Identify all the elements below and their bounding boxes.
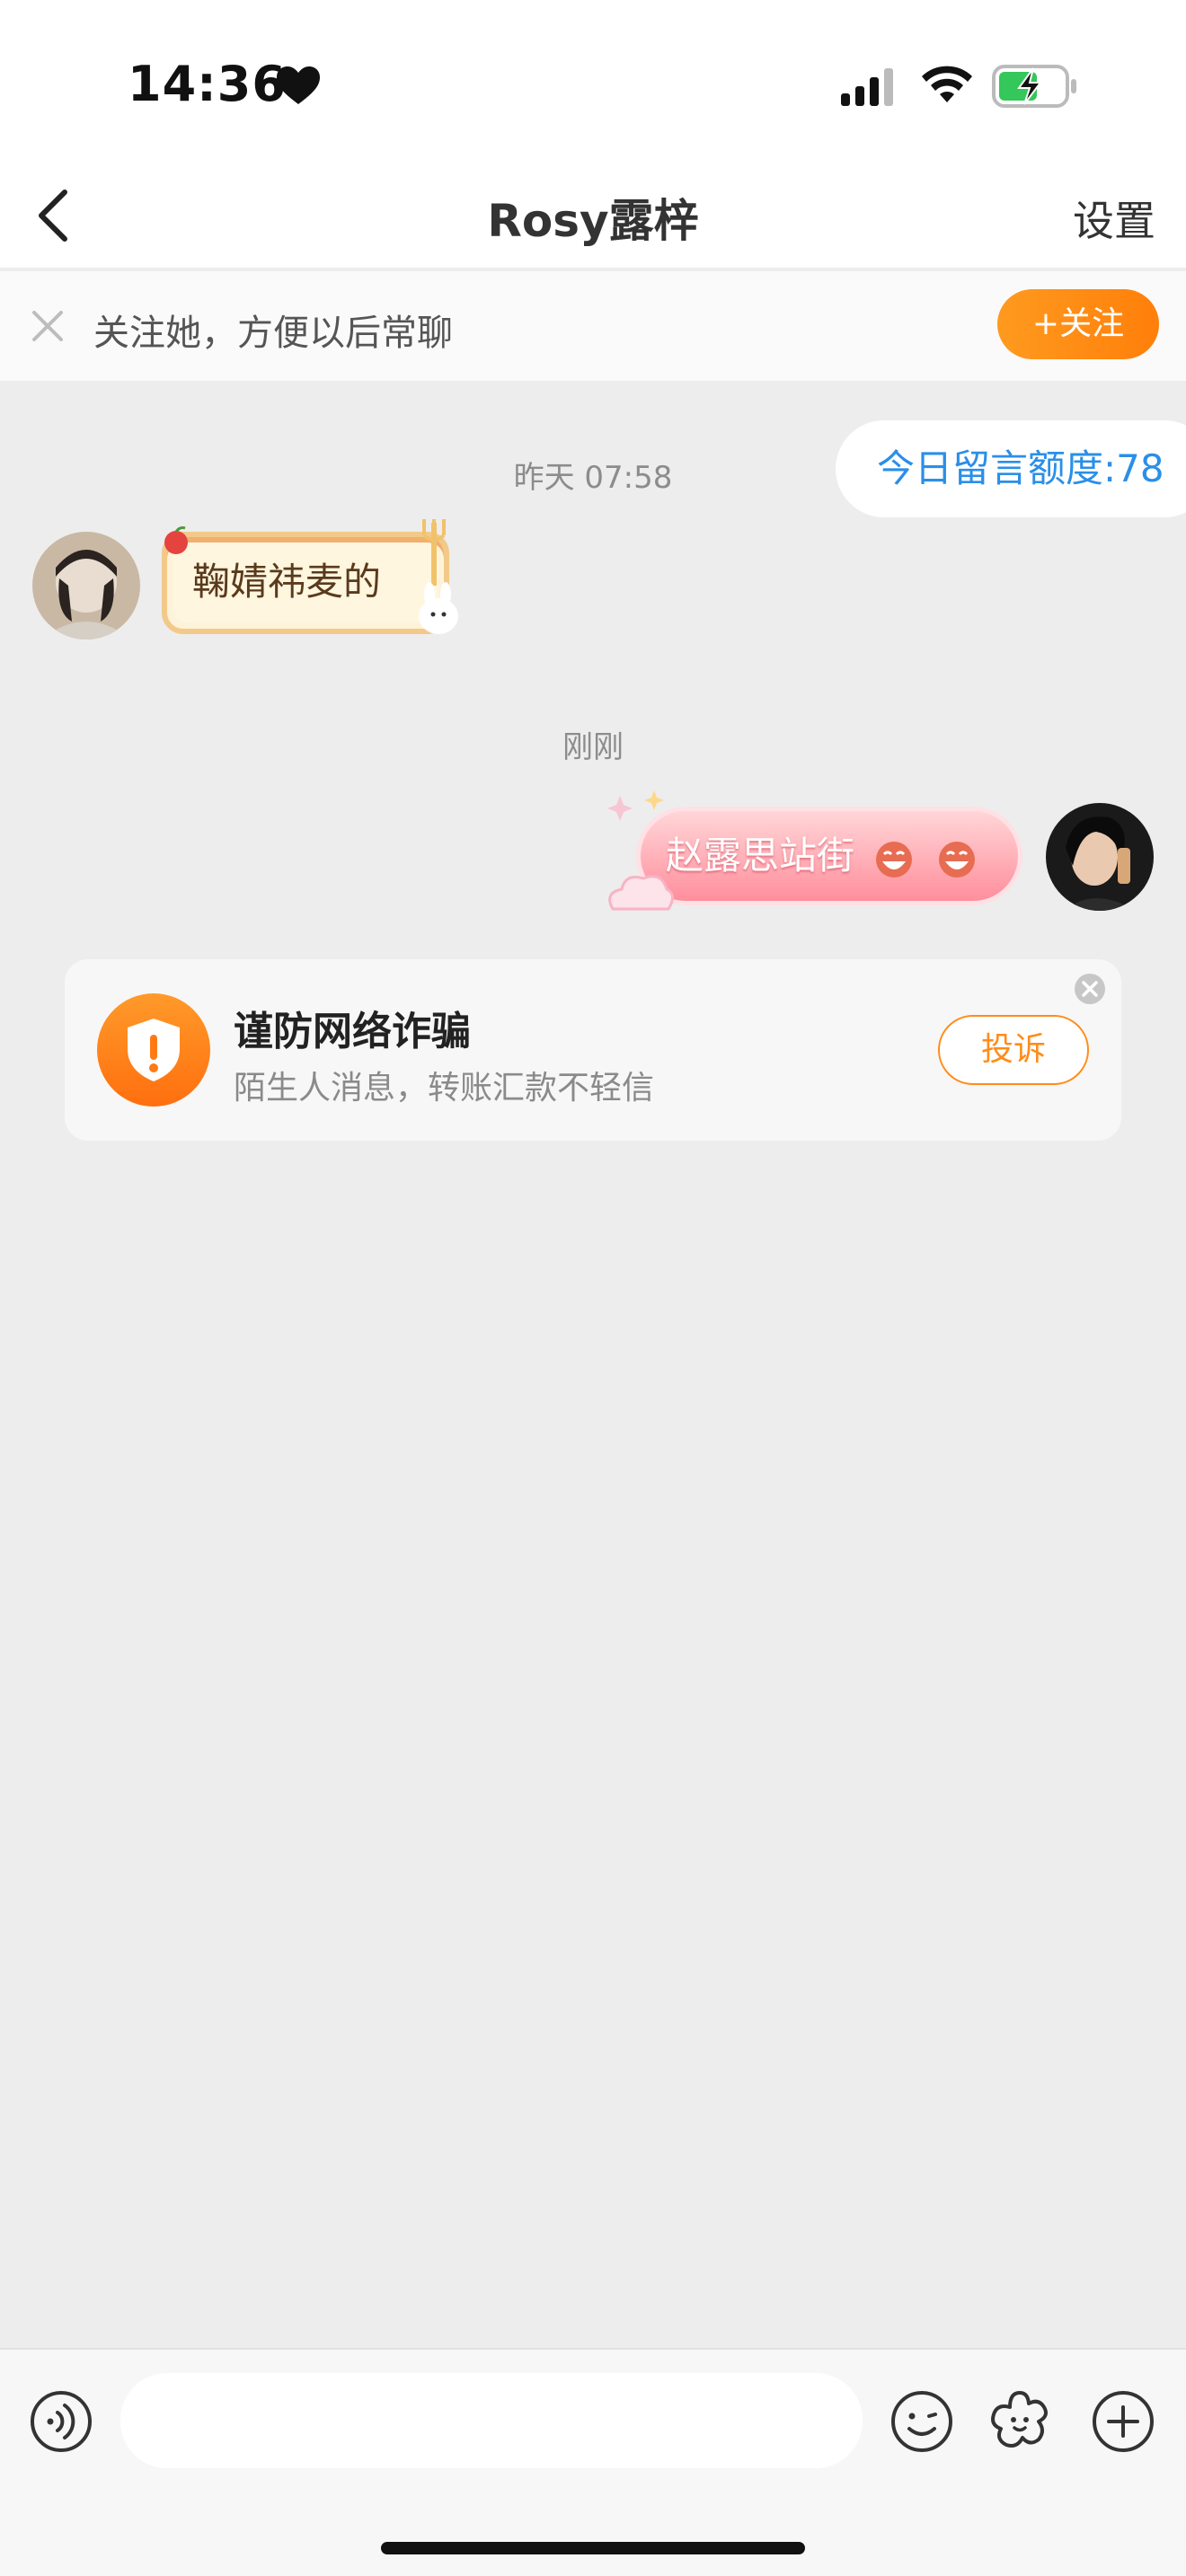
timestamp: 刚刚	[562, 729, 624, 765]
home-indicator	[381, 2542, 805, 2554]
my-avatar[interactable]	[1046, 803, 1154, 911]
cloud-decoration-icon	[608, 875, 674, 911]
nav-bar: Rosy露梓 设置	[0, 162, 1186, 269]
warning-subtitle: 陌生人消息，转账汇款不轻信	[234, 1070, 655, 1107]
follow-banner: 关注她，方便以后常聊 +关注	[0, 271, 1186, 381]
follow-button[interactable]: +关注	[997, 289, 1159, 359]
flower-sticker-icon[interactable]	[987, 2387, 1053, 2454]
message-input[interactable]	[120, 2373, 863, 2468]
wifi-icon	[922, 66, 972, 102]
message-text: 鞠婧祎麦的	[192, 560, 382, 604]
report-button[interactable]: 投诉	[938, 1015, 1089, 1085]
bunny-decoration-icon	[419, 519, 458, 634]
status-bar: 14:36	[0, 0, 1186, 162]
heart-icon	[277, 66, 320, 104]
battery-charging-icon	[992, 65, 1076, 108]
voice-icon[interactable]	[29, 2389, 93, 2454]
follow-hint-text: 关注她，方便以后常聊	[93, 313, 453, 354]
input-bar	[0, 2348, 1186, 2576]
message-text: 赵露思站街	[666, 834, 855, 878]
chat-area[interactable]: 昨天 07:58 今日留言额度:78 鞠婧祎麦的 刚刚 赵露思站街 谨防网络诈骗…	[0, 381, 1186, 2348]
shield-warning-icon	[97, 993, 210, 1107]
fraud-warning-card: 谨防网络诈骗 陌生人消息，转账汇款不轻信 投诉	[65, 959, 1121, 1141]
warning-title: 谨防网络诈骗	[234, 1009, 471, 1054]
close-icon[interactable]	[27, 305, 68, 347]
laughing-emoji-icon	[876, 841, 913, 878]
settings-button[interactable]: 设置	[1073, 189, 1155, 248]
laughing-emoji-icon	[938, 841, 975, 878]
signal-icon	[841, 68, 893, 106]
sparkle-decoration-icon	[607, 790, 664, 821]
sender-avatar[interactable]	[32, 532, 140, 640]
close-icon[interactable]	[1073, 972, 1107, 1006]
smiley-icon[interactable]	[890, 2389, 954, 2454]
message-bubble-outgoing[interactable]: 赵露思站街	[636, 807, 1022, 905]
quota-pill[interactable]: 今日留言额度:78	[836, 420, 1186, 517]
plus-icon[interactable]	[1091, 2389, 1155, 2454]
status-time: 14:36	[128, 56, 287, 112]
apple-decoration-icon	[164, 526, 188, 554]
page-title: Rosy露梓	[487, 195, 699, 247]
